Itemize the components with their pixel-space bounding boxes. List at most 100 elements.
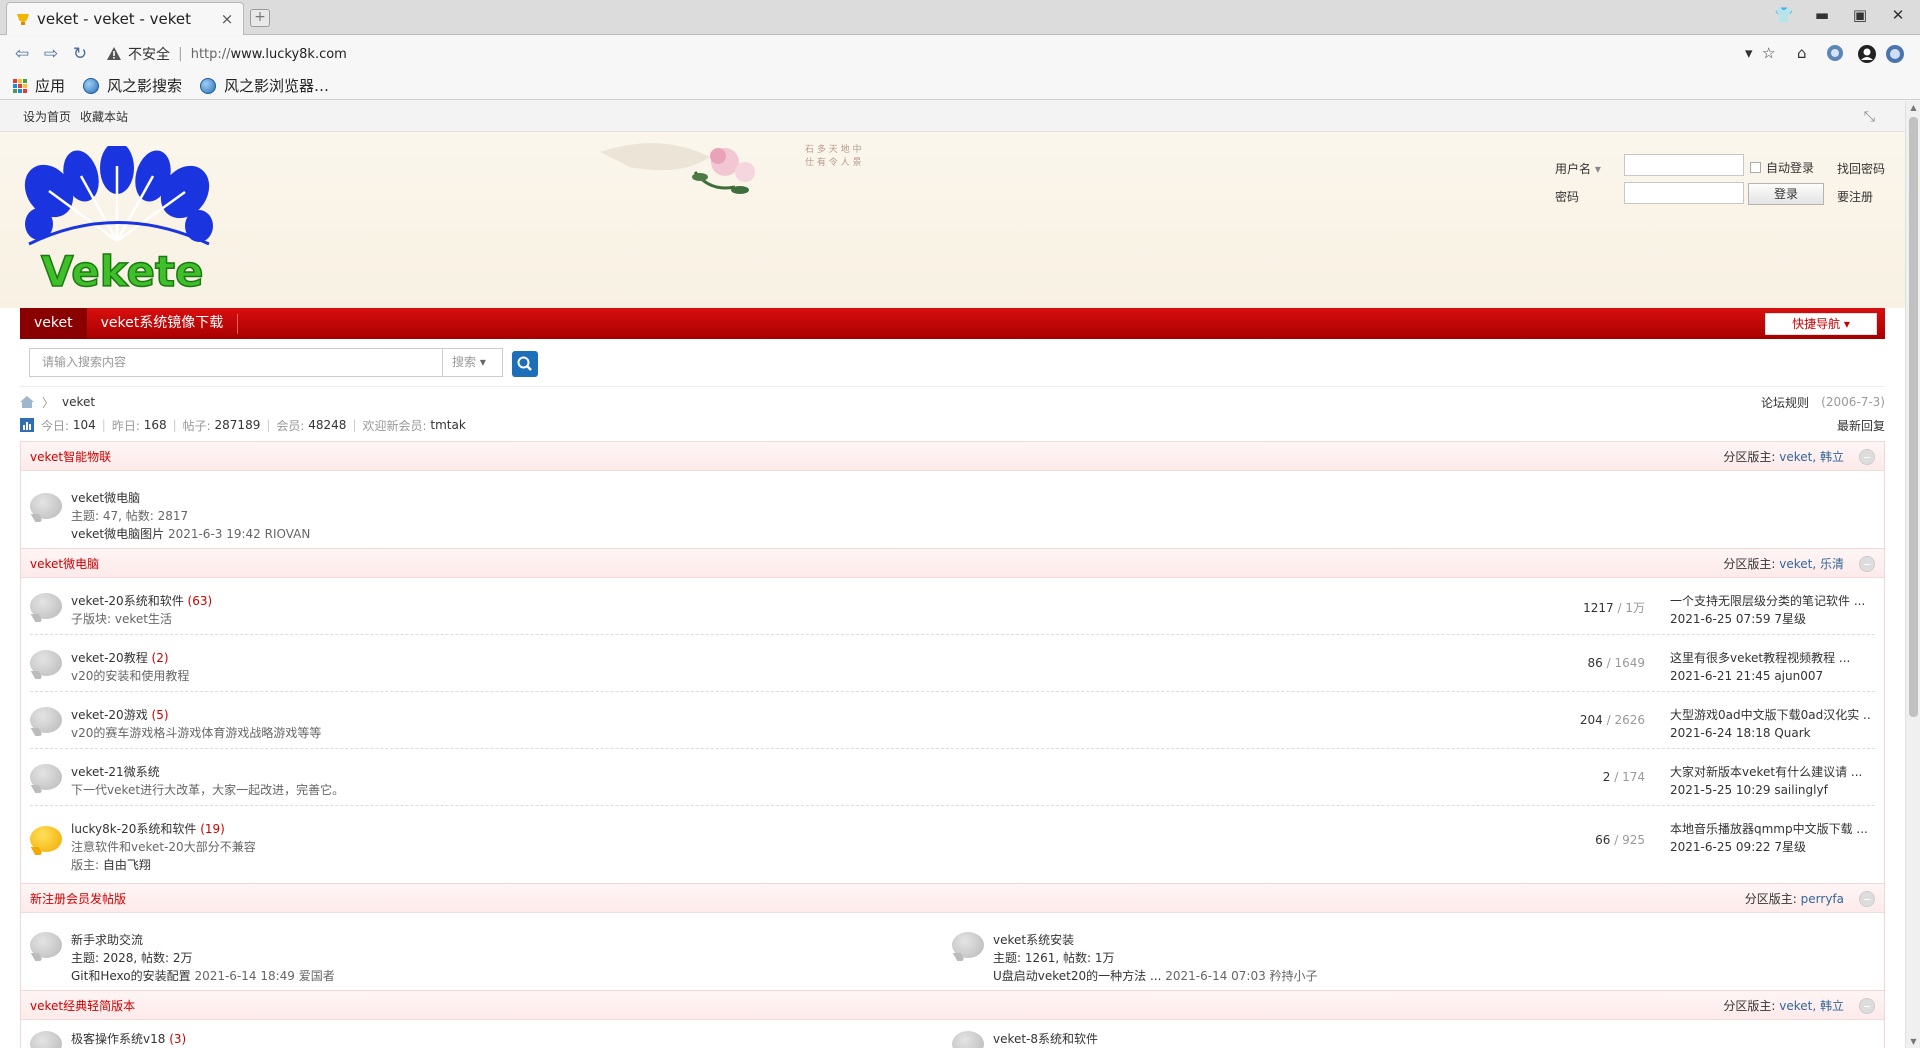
group-moderators: 分区版主: veket, 乐清 <box>1723 556 1844 571</box>
password-input[interactable] <box>1624 182 1744 204</box>
browser-menu-icon[interactable] <box>1885 44 1905 68</box>
minimize-button[interactable]: ▬ <box>1808 6 1836 28</box>
group-title[interactable]: 新注册会员发帖版 <box>30 890 126 907</box>
close-window-button[interactable]: ✕ <box>1884 6 1912 28</box>
quick-nav-button[interactable]: 快捷导航 ▾ <box>1765 313 1877 335</box>
today-count: (3) <box>169 1032 187 1046</box>
collapse-group-icon[interactable] <box>1859 556 1875 572</box>
forum-name[interactable]: veket-21微系统 <box>71 765 160 779</box>
search-button[interactable] <box>512 351 538 377</box>
browser-tab[interactable]: veket - veket - veket × <box>6 2 244 35</box>
register-link[interactable]: 要注册 <box>1837 188 1873 205</box>
group-header: 新注册会员发帖版 分区版主: perryfa <box>21 884 1884 913</box>
home-icon[interactable] <box>20 396 34 408</box>
forum-name[interactable]: lucky8k-20系统和软件 <box>71 822 196 836</box>
bookmark-fzy-browser[interactable]: 风之影浏览器… <box>200 75 329 96</box>
last-post-meta: 2021-6-3 19:42 RIOVAN <box>167 527 311 541</box>
today-count: (19) <box>200 822 225 836</box>
scrollbar-thumb[interactable] <box>1909 117 1918 717</box>
last-post: 这里有很多veket教程视频教程 ... 2021-6-21 21:45 ajun… <box>1670 649 1870 685</box>
group-header: veket微电脑 分区版主: veket, 乐清 <box>21 549 1884 578</box>
bookmark-apps[interactable]: 应用 <box>13 75 65 96</box>
site-header: 石 多 天 地 中 仕 有 令 人 景 Vekete 用户名 ▾ 自动登录 找回… <box>0 132 1905 308</box>
extension-shield-icon[interactable] <box>1826 44 1844 66</box>
forum-group: veket智能物联 分区版主: veket, 韩立 veket微电脑 主题: 4… <box>20 441 1885 549</box>
address-bar[interactable]: 不安全 | http://www.lucky8k.com <box>106 42 1766 66</box>
last-post-meta: 2021-6-21 21:45 ajun007 <box>1670 669 1824 683</box>
group-title[interactable]: veket经典轻简版本 <box>30 997 135 1014</box>
scroll-up-icon[interactable]: ▲ <box>1909 103 1918 112</box>
forum-info: veket-21微系统 下一代veket进行大改革，大家一起改进，完善它。 <box>71 763 344 799</box>
group-title[interactable]: veket微电脑 <box>30 555 99 572</box>
username-input[interactable] <box>1624 154 1744 176</box>
collapse-group-icon[interactable] <box>1859 891 1875 907</box>
last-post-link[interactable]: Git和Hexo的安装配置 <box>71 969 191 983</box>
forum-name[interactable]: 新手求助交流 <box>71 931 951 949</box>
bookmark-star-icon[interactable]: ☆ <box>1762 44 1775 62</box>
nav-item-veket[interactable]: veket <box>20 308 87 339</box>
today-count: (5) <box>151 708 169 722</box>
search-input[interactable]: 请输入搜索内容 <box>29 348 443 377</box>
back-button[interactable]: ⇦ <box>12 44 32 64</box>
forum-cell: 新手求助交流 主题: 2028, 帖数: 2万 Git和Hexo的安装配置 20… <box>30 931 951 985</box>
username-label[interactable]: 用户名 ▾ <box>1555 160 1601 177</box>
new-tab-button[interactable]: + <box>250 9 270 27</box>
forum-group: veket微电脑 分区版主: veket, 乐清 veket-20系统和软件 (… <box>20 548 1885 884</box>
forum-name[interactable]: veket-8系统和软件 <box>993 1032 1098 1046</box>
forum-rules-link[interactable]: 论坛规则 <box>1761 394 1809 411</box>
forum-status-icon <box>30 932 62 958</box>
site-logo[interactable]: Vekete <box>19 142 219 297</box>
bookmark-fzy-search[interactable]: 风之影搜索 <box>83 75 182 96</box>
scroll-down-icon[interactable]: ▼ <box>1909 1037 1918 1046</box>
last-post-link[interactable]: 本地音乐播放器qmmp中文版下载 ... <box>1670 820 1870 838</box>
find-password-link[interactable]: 找回密码 <box>1837 160 1885 177</box>
group-title[interactable]: veket智能物联 <box>30 448 111 465</box>
forum-name[interactable]: veket-20教程 <box>71 651 148 665</box>
forum-description: 下一代veket进行大改革，大家一起改进，完善它。 <box>71 783 345 797</box>
group-moderators: 分区版主: veket, 韩立 <box>1723 449 1844 464</box>
last-post-link[interactable]: 这里有很多veket教程视频教程 ... <box>1670 649 1870 667</box>
page-scrollbar[interactable]: ▲ ▼ <box>1905 101 1920 1048</box>
moderator-link[interactable]: 自由飞翔 <box>103 858 151 872</box>
last-post-link[interactable]: veket微电脑图片 <box>71 527 164 541</box>
latest-reply-link[interactable]: 最新回复 <box>1837 417 1885 434</box>
forum-name[interactable]: veket微电脑 <box>71 489 310 507</box>
url-prefix: http:// <box>190 46 231 62</box>
last-post-meta: 2021-6-25 07:59 7星级 <box>1670 612 1806 626</box>
login-form: 用户名 ▾ 自动登录 找回密码 密码 登录 要注册 <box>1555 154 1895 210</box>
forum-counts: 66 / 925 <box>1595 833 1645 847</box>
auto-login-checkbox[interactable]: 自动登录 <box>1750 159 1814 176</box>
address-dropdown-icon[interactable]: ▾ <box>1745 44 1753 62</box>
forward-button[interactable]: ⇨ <box>41 44 61 64</box>
login-button[interactable]: 登录 <box>1748 183 1824 205</box>
maximize-button[interactable]: ▣ <box>1846 6 1874 28</box>
last-post-link[interactable]: 大家对新版本veket有什么建议请 ... <box>1670 763 1870 781</box>
set-homepage-link[interactable]: 设为首页 <box>23 108 71 125</box>
last-post-link[interactable]: U盘启动veket20的一种方法 ... <box>993 969 1161 983</box>
forum-name[interactable]: veket-20游戏 <box>71 708 148 722</box>
newest-member-link[interactable]: tmtak <box>430 418 465 432</box>
search-type-label: 搜索 <box>452 355 477 369</box>
favorite-site-link[interactable]: 收藏本站 <box>80 108 128 125</box>
nav-item-image-download[interactable]: veket系统镜像下载 <box>87 308 238 339</box>
search-type-select[interactable]: 搜索 ▾ <box>443 348 503 377</box>
moderator-label: 版主: <box>71 858 100 872</box>
forum-row: veket微电脑 主题: 47, 帖数: 2817 veket微电脑图片 202… <box>30 471 1875 549</box>
last-post-link[interactable]: 一个支持无限层级分类的笔记软件 ... <box>1670 592 1870 610</box>
last-post-link[interactable]: 大型游戏0ad中文版下载0ad汉化实 ... <box>1670 706 1870 724</box>
collapse-header-icon[interactable]: ⤡ <box>1864 109 1875 125</box>
forum-group: veket经典轻简版本 分区版主: veket, 韩立 极客操作系统v18 (3… <box>20 990 1885 1048</box>
forum-name[interactable]: veket-20系统和软件 <box>71 594 184 608</box>
collapse-group-icon[interactable] <box>1859 998 1875 1014</box>
reload-button[interactable]: ↻ <box>70 44 90 64</box>
shirt-icon[interactable]: 👕 <box>1770 6 1798 28</box>
user-profile-icon[interactable] <box>1857 44 1877 68</box>
breadcrumb-current[interactable]: veket <box>62 395 95 409</box>
forum-name[interactable]: veket系统安装 <box>993 931 1873 949</box>
checkbox-icon[interactable] <box>1750 162 1761 173</box>
tab-close-icon[interactable]: × <box>219 10 235 28</box>
forum-row-pair: 新手求助交流 主题: 2028, 帖数: 2万 Git和Hexo的安装配置 20… <box>30 913 1875 991</box>
collapse-group-icon[interactable] <box>1859 449 1875 465</box>
home-icon[interactable]: ⌂ <box>1797 44 1807 62</box>
forum-name[interactable]: 极客操作系统v18 <box>71 1032 165 1046</box>
